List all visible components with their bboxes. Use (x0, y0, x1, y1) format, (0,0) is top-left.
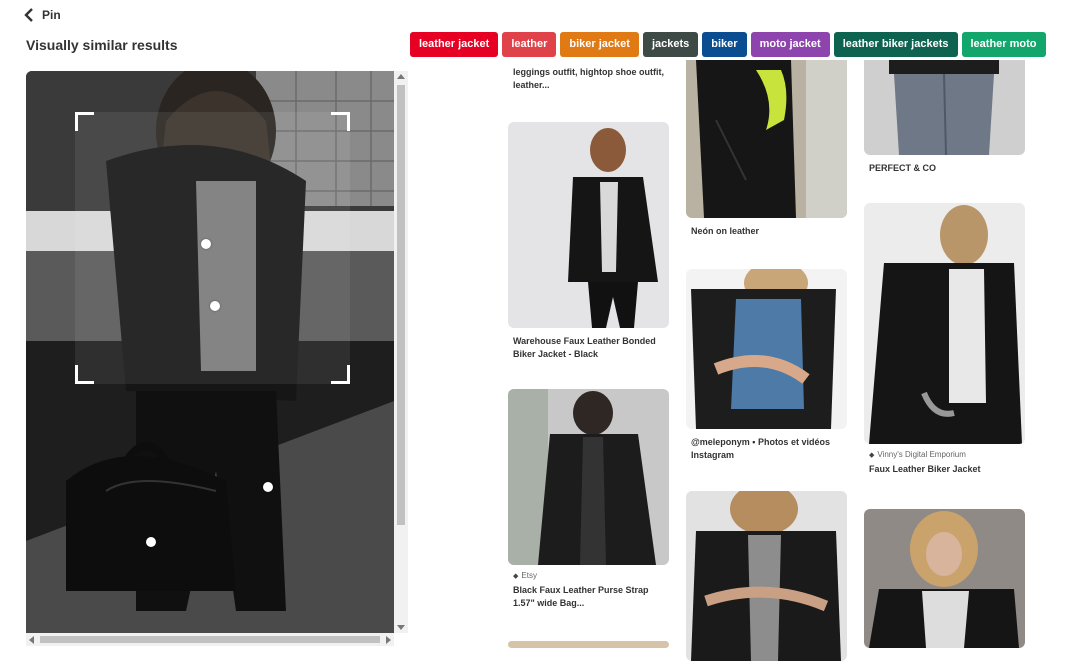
tag-biker[interactable]: biker (702, 32, 747, 57)
result-pin-source[interactable]: ◆ Etsy (508, 571, 669, 580)
result-pin-image[interactable] (508, 122, 669, 328)
object-hotspot-dot[interactable] (201, 239, 211, 249)
source-name: Etsy (521, 571, 537, 580)
crop-handle-top-left[interactable] (75, 112, 94, 131)
result-pin-title: Black Faux Leather Purse Strap 1.57" wid… (513, 585, 649, 608)
result-pin-image[interactable] (686, 491, 847, 661)
page-title: Visually similar results (26, 37, 178, 53)
tag-leather[interactable]: leather (502, 32, 557, 57)
crop-handle-bottom-left[interactable] (75, 365, 94, 384)
crop-handle-bottom-right[interactable] (331, 365, 350, 384)
result-pin-title: PERFECT & CO (869, 163, 937, 173)
source-pin-viewer (26, 71, 408, 646)
scroll-up-arrow-icon[interactable] (397, 74, 405, 79)
result-pin[interactable]: ◆ Vinny's Digital Emporium Faux Leather … (864, 203, 1025, 476)
result-pin[interactable] (686, 491, 847, 661)
horizontal-scroll-thumb[interactable] (40, 636, 380, 643)
result-pin[interactable]: Neón on leather (686, 60, 847, 238)
vertical-scroll-thumb[interactable] (397, 85, 405, 525)
result-pin[interactable]: @meleponym • Photos et vidéos Instagram (686, 269, 847, 462)
back-to-pin-link[interactable]: Pin (24, 8, 61, 22)
result-pin-source[interactable]: ◆ Vinny's Digital Emporium (864, 450, 1025, 459)
source-tag-icon: ◆ (513, 572, 519, 580)
source-name: Vinny's Digital Emporium (877, 450, 966, 459)
tag-jackets[interactable]: jackets (642, 32, 699, 57)
tag-leather-jacket[interactable]: leather jacket (410, 32, 499, 57)
result-pin-title: Faux Leather Biker Jacket (869, 464, 981, 474)
result-pin[interactable] (864, 509, 1025, 648)
crop-handle-top-right[interactable] (331, 112, 350, 131)
back-label: Pin (42, 8, 61, 22)
crop-selection[interactable] (75, 112, 350, 384)
tag-biker-jacket[interactable]: biker jacket (560, 32, 639, 57)
tag-list: leather jacket leather biker jacket jack… (410, 32, 1046, 57)
result-pin-image[interactable] (508, 641, 669, 648)
scroll-down-arrow-icon[interactable] (397, 625, 405, 630)
result-pin-image[interactable] (508, 389, 669, 565)
object-hotspot-dot[interactable] (263, 482, 273, 492)
result-pin-image[interactable] (864, 509, 1025, 648)
horizontal-scrollbar[interactable] (26, 633, 394, 646)
result-pin-image[interactable] (686, 269, 847, 429)
source-tag-icon: ◆ (869, 451, 875, 459)
vertical-scrollbar[interactable] (394, 71, 408, 633)
result-pin-image[interactable] (864, 60, 1025, 155)
result-pin-title: Neón on leather (691, 226, 760, 236)
result-pin-title: leggings outfit, hightop shoe outfit, le… (513, 67, 664, 90)
object-hotspot-dot[interactable] (210, 301, 220, 311)
object-hotspot-dot[interactable] (146, 537, 156, 547)
scroll-left-arrow-icon[interactable] (29, 636, 34, 644)
tag-leather-biker-jackets[interactable]: leather biker jackets (833, 32, 958, 57)
result-pin[interactable]: PERFECT & CO (864, 60, 1025, 175)
tag-leather-moto[interactable]: leather moto (961, 32, 1046, 57)
chevron-left-icon (24, 8, 33, 22)
tag-moto-jacket[interactable]: moto jacket (750, 32, 830, 57)
result-pin-image[interactable] (686, 60, 847, 218)
result-pin[interactable] (508, 641, 669, 648)
result-pin-title: Warehouse Faux Leather Bonded Biker Jack… (513, 336, 656, 359)
result-pin[interactable]: ◆ Etsy Black Faux Leather Purse Strap 1.… (508, 389, 669, 610)
result-pin[interactable]: Warehouse Faux Leather Bonded Biker Jack… (508, 122, 669, 361)
result-pin[interactable]: leggings outfit, hightop shoe outfit, le… (508, 66, 669, 92)
scroll-right-arrow-icon[interactable] (386, 636, 391, 644)
result-pin-image[interactable] (864, 203, 1025, 444)
result-pin-title: @meleponym • Photos et vidéos Instagram (691, 437, 830, 460)
